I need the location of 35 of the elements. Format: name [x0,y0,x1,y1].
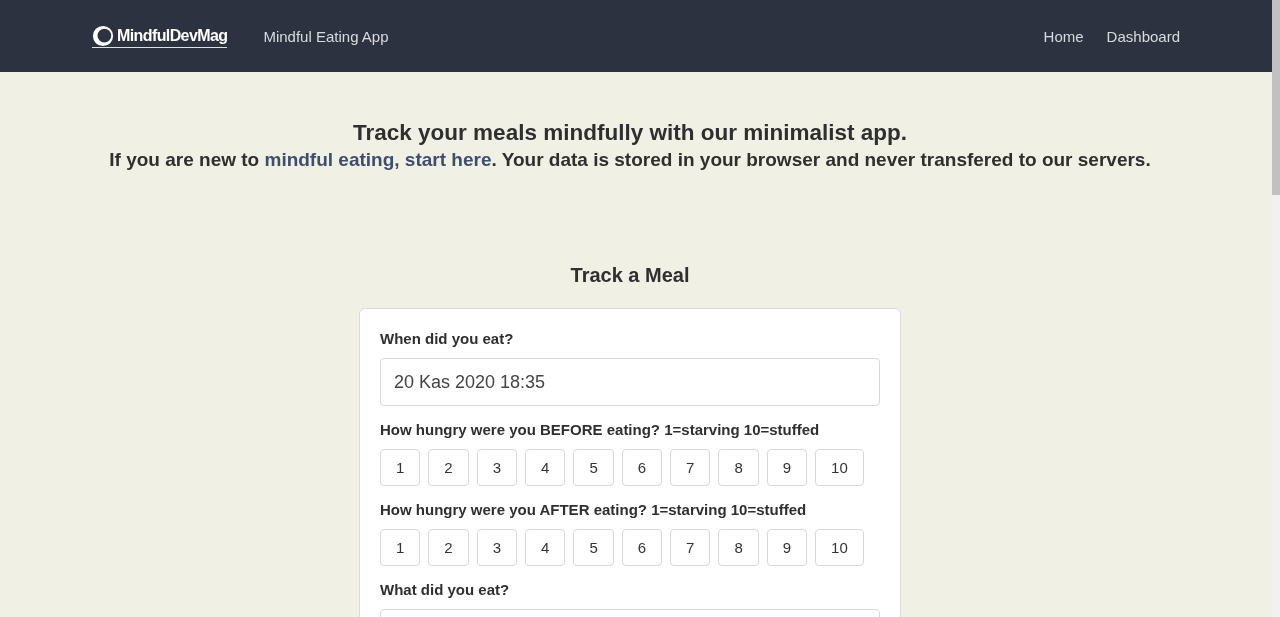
rating-button[interactable]: 5 [573,529,614,566]
field-label: When did you eat? [380,330,515,348]
rating-button[interactable]: 8 [718,529,759,566]
field-label: How hungry were you AFTER eating? 1=starving 10=stuffed [380,501,808,519]
app-title-link[interactable]: Mindful Eating App [263,27,389,45]
rating-button[interactable]: 7 [670,449,711,486]
logo-link[interactable]: MindfulDevMag [92,24,228,48]
intro-text: If you are new to mindful eating, start here. Your data is stored in your browser and never transfered to our servers. [108,148,1152,171]
rating-button[interactable]: 2 [428,529,469,566]
field-label: How hungry were you BEFORE eating? 1=starving 10=stuffed [380,421,821,439]
rating-button[interactable]: 1 [380,529,421,566]
nav-link[interactable]: Home [1043,27,1084,45]
field-label: What did you eat? [380,581,511,599]
rating-button[interactable]: 2 [428,449,469,486]
rating-button[interactable]: 9 [766,529,808,566]
rating-button[interactable]: 7 [670,529,711,566]
rating-button[interactable]: 4 [525,529,566,566]
rating-button[interactable]: 10 [815,529,864,566]
ring-icon [92,24,114,47]
rating-button[interactable]: 3 [476,449,518,486]
nav-link[interactable]: Dashboard [1106,27,1180,45]
form-title: Track a Meal [570,263,690,287]
rating-button[interactable]: 6 [621,449,663,486]
rating-button[interactable]: 6 [621,529,663,566]
rating-button[interactable]: 5 [573,449,614,486]
page-heading: Track your meals mindfully with our minimalist app. [352,119,908,146]
rating-button[interactable]: 4 [525,449,566,486]
rating-button[interactable]: 3 [476,529,518,566]
scrollbar-thumb[interactable] [1272,0,1280,195]
intro-link[interactable]: mindful eating, start here [264,149,492,170]
rating-button[interactable]: 1 [380,449,421,486]
rating-button[interactable]: 10 [815,449,864,486]
rating-button[interactable]: 9 [766,449,808,486]
date-time-field[interactable]: 20 Kas 2020 18:35 [380,358,880,406]
rating-button[interactable]: 8 [718,449,759,486]
